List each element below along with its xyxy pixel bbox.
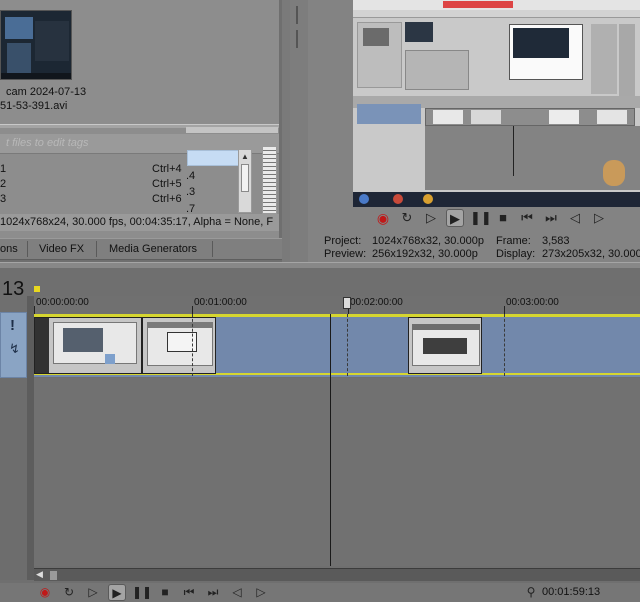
play-from-start-icon[interactable]: ▷ [422, 209, 440, 227]
next-frame-icon[interactable]: ▷ [252, 584, 270, 601]
ruler-label: 00:00:00:00 [36, 297, 89, 308]
ruler-label: 00:03:00:00 [506, 297, 559, 308]
scroll-left-icon[interactable]: ◀ [36, 569, 43, 580]
media-file-name-2: 51-53-391.avi [0, 100, 68, 112]
display-value: 273x205x32, 30.000 [542, 248, 640, 260]
pause-icon[interactable]: ❚❚ [132, 584, 152, 601]
ruler-label: 00:02:00:00 [350, 297, 403, 308]
playhead-marker[interactable] [343, 297, 351, 309]
selected-item[interactable] [187, 150, 239, 166]
play-icon[interactable]: ▶ [446, 209, 464, 227]
horizontal-scrollbar[interactable]: ◀ [34, 568, 640, 581]
timeline-border[interactable] [0, 262, 640, 268]
preview-label: Preview: [324, 248, 367, 260]
go-to-start-icon[interactable]: ⏮ [518, 209, 536, 227]
transport-bar: ◉ ↻ ▷ ▶ ❚❚ ■ ⏮ ⏭ ◁ ▷ [372, 206, 640, 230]
track-list-area [0, 378, 27, 580]
timeline-gutter [27, 296, 34, 580]
video-clip[interactable] [408, 317, 482, 374]
timeline-cursor[interactable] [330, 314, 331, 566]
video-preview-frame[interactable] [353, 0, 640, 207]
stop-icon[interactable]: ■ [156, 584, 174, 601]
play-from-start-icon[interactable]: ▷ [84, 584, 102, 601]
track-header[interactable]: ! ↯ [0, 312, 27, 378]
record-icon[interactable]: ◉ [374, 209, 392, 227]
project-info: Project: 1024x768x32, 30.000p Frame: 3,5… [324, 234, 640, 264]
timeline-ruler[interactable]: 00:00:00:00 00:01:00:00 00:02:00:00 00:0… [34, 296, 640, 314]
location-pin-icon[interactable]: ⚲ [522, 584, 540, 601]
media-file-name: cam 2024-07-13 [6, 86, 87, 98]
frame-label: Frame: [496, 235, 531, 247]
track-motion-icon[interactable]: ↯ [9, 341, 20, 357]
loop-icon[interactable]: ↻ [60, 584, 78, 601]
display-label: Display: [496, 248, 536, 260]
go-to-start-icon[interactable]: ⏮ [180, 584, 198, 601]
list-item[interactable]: 3 Ctrl+6 [0, 193, 186, 207]
prev-frame-icon[interactable]: ◁ [566, 209, 584, 227]
media-thumbnail[interactable] [0, 10, 72, 80]
preview-value: 256x192x32, 30.000p [372, 248, 478, 260]
list-item-shortcut: Ctrl+5 [152, 178, 182, 190]
side-ruler [262, 146, 277, 214]
list-item[interactable]: 2 Ctrl+5 [0, 178, 186, 192]
marker-icon[interactable] [34, 286, 40, 292]
go-to-end-icon[interactable]: ⏭ [542, 209, 560, 227]
track-alert-icon[interactable]: ! [10, 317, 15, 334]
scroll-up-icon[interactable]: ▲ [241, 152, 249, 161]
ruler-label: 00:01:00:00 [194, 297, 247, 308]
timecode-display: 13 [2, 278, 25, 300]
video-clip[interactable] [142, 317, 216, 374]
record-icon[interactable]: ◉ [36, 584, 54, 601]
prev-frame-icon[interactable]: ◁ [228, 584, 246, 601]
play-icon[interactable]: ▶ [108, 584, 126, 601]
scrollbar-thumb[interactable] [50, 571, 57, 580]
window-tabs: ons Video FX Media Generators [0, 238, 288, 260]
vertical-scrollbar[interactable]: ▲ [238, 149, 252, 213]
frame-value: 3,583 [542, 235, 570, 247]
tab-transitions[interactable]: ons [0, 243, 18, 255]
go-to-end-icon[interactable]: ⏭ [204, 584, 222, 601]
next-frame-icon[interactable]: ▷ [590, 209, 608, 227]
list-item-shortcut: Ctrl+4 [152, 163, 182, 175]
project-label: Project: [324, 235, 362, 247]
tag-filter-placeholder: t files to edit tags [6, 137, 89, 149]
tab-media-generators[interactable]: Media Generators [109, 243, 197, 255]
media-info-bar: 1024x768x24, 30.000 fps, 00:04:35:17, Al… [0, 214, 279, 231]
timeline-empty-area[interactable] [34, 378, 640, 566]
list-item-shortcut: Ctrl+6 [152, 193, 182, 205]
value-cell: .4 [186, 170, 196, 182]
loop-icon[interactable]: ↻ [398, 209, 416, 227]
list-item-key: 1 [0, 163, 7, 175]
stop-icon[interactable]: ■ [494, 209, 512, 227]
current-time: 00:01:59:13 [542, 586, 601, 598]
list-item-key: 3 [0, 193, 7, 205]
scrollbar-thumb[interactable] [241, 164, 249, 192]
video-clip[interactable] [34, 317, 142, 374]
dock-divider[interactable] [282, 0, 290, 262]
list-item[interactable]: 1 Ctrl+4 [0, 163, 186, 177]
split-handle[interactable] [186, 127, 278, 133]
project-value: 1024x768x32, 30.000p [372, 235, 484, 247]
pause-icon[interactable]: ❚❚ [470, 209, 492, 227]
list-item-key: 2 [0, 178, 7, 190]
tab-video-fx[interactable]: Video FX [39, 243, 84, 255]
dock-grip[interactable] [290, 0, 308, 262]
value-cell: .3 [186, 186, 196, 198]
